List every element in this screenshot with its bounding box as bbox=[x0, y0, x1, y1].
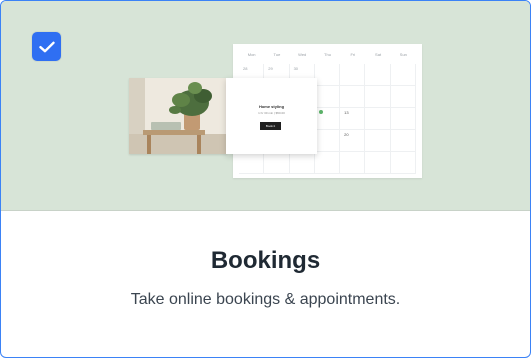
calendar-day: 13 bbox=[340, 108, 366, 130]
weekday-label: Wed bbox=[298, 51, 307, 57]
calendar-day bbox=[314, 64, 341, 86]
calendar-day bbox=[340, 152, 366, 174]
booking-popup: Home styling 1 hr 30 min | $50.00 Book i… bbox=[226, 78, 317, 154]
weekday-label: Fri bbox=[350, 51, 356, 57]
popup-service-title: Home styling bbox=[258, 104, 285, 109]
booking-dot-icon bbox=[318, 110, 323, 114]
weekday-label: Tue bbox=[273, 51, 281, 57]
weekday-label: Sun bbox=[399, 51, 407, 57]
popup-book-button: Book it bbox=[260, 122, 281, 130]
calendar-day bbox=[340, 64, 366, 86]
calendar-day bbox=[289, 152, 315, 174]
calendar-day bbox=[365, 152, 391, 174]
card-illustration: Mon Tue Wed Thu Fri Sat Sun 28 29 30 13 … bbox=[1, 1, 530, 211]
weekday-label: Mon bbox=[247, 51, 256, 57]
calendar-day bbox=[340, 86, 366, 108]
calendar-day bbox=[390, 108, 416, 130]
bookings-app-card[interactable]: Mon Tue Wed Thu Fri Sat Sun 28 29 30 13 … bbox=[0, 0, 531, 358]
calendar-day bbox=[264, 152, 290, 174]
calendar-day bbox=[314, 86, 341, 108]
weekday-label: Sat bbox=[375, 51, 382, 57]
selected-checkbox[interactable] bbox=[32, 32, 61, 61]
calendar-day bbox=[314, 130, 341, 152]
popup-service-detail: 1 hr 30 min | $50.00 bbox=[258, 111, 285, 115]
plant-image-icon bbox=[129, 78, 227, 154]
card-title: Bookings bbox=[210, 247, 321, 274]
calendar-day bbox=[314, 152, 341, 174]
calendar-day bbox=[390, 130, 416, 152]
plant-photo bbox=[129, 78, 227, 154]
checkmark-icon bbox=[38, 41, 55, 52]
calendar-weekdays: Mon Tue Wed Thu Fri Sat Sun bbox=[233, 44, 422, 64]
calendar-day bbox=[390, 86, 416, 108]
calendar-day-with-dot bbox=[314, 108, 341, 130]
calendar-day bbox=[239, 152, 265, 174]
card-description: Take online bookings & appointments. bbox=[130, 291, 401, 308]
calendar-day bbox=[390, 152, 416, 174]
calendar-day bbox=[365, 64, 391, 86]
calendar-day: 20 bbox=[340, 130, 366, 152]
calendar-day bbox=[365, 130, 391, 152]
calendar-day bbox=[365, 108, 391, 130]
calendar-day bbox=[390, 64, 416, 86]
calendar-day bbox=[365, 86, 391, 108]
weekday-label: Thu bbox=[324, 51, 331, 57]
